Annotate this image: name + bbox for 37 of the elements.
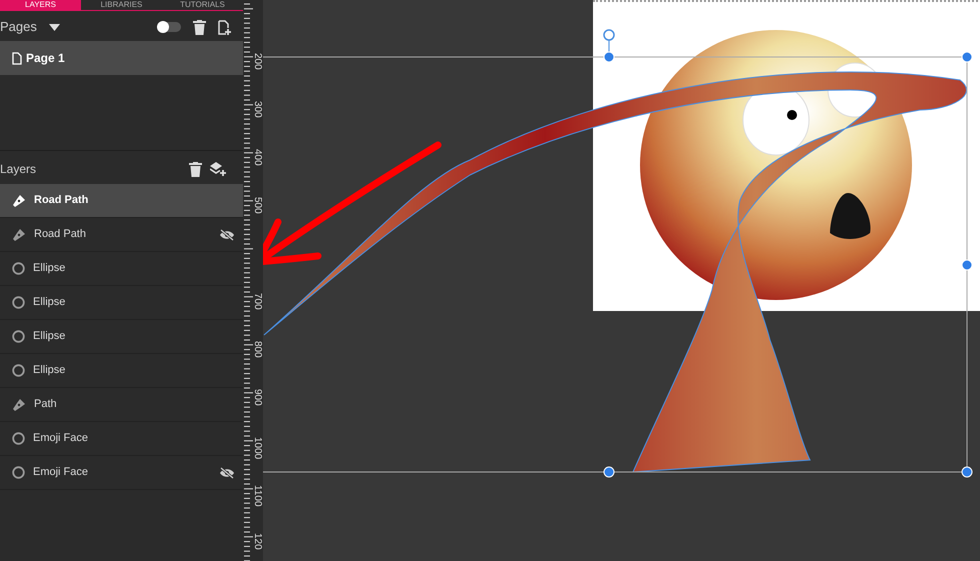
add-page-icon[interactable] xyxy=(218,20,231,34)
ruler-label: 700 xyxy=(252,293,262,310)
ruler-label: 200 xyxy=(252,53,262,70)
toggle-switch[interactable] xyxy=(157,22,181,32)
section-title: Layers xyxy=(0,161,36,178)
layer-item[interactable]: Road Path xyxy=(0,218,243,252)
panel-tab[interactable]: LAYERS xyxy=(0,0,81,10)
trash-icon[interactable] xyxy=(193,20,206,34)
circle-icon xyxy=(12,330,25,343)
trash-icon[interactable] xyxy=(189,162,202,176)
ruler-label: 1000 xyxy=(252,437,262,460)
ruler-label: 120 xyxy=(252,533,262,550)
page-icon xyxy=(12,52,22,64)
page-item[interactable]: Page 1 xyxy=(0,41,243,75)
panel-tab[interactable]: TUTORIALS xyxy=(162,0,243,10)
dropdown-caret-icon[interactable] xyxy=(48,24,60,30)
ruler-label: 500 xyxy=(252,197,262,214)
ruler-label: 900 xyxy=(252,389,262,406)
section-title: Pages xyxy=(0,18,37,36)
add-layer-icon[interactable] xyxy=(210,162,227,176)
pen-icon xyxy=(12,228,26,242)
ruler-label: 300 xyxy=(252,101,262,118)
hidden-eye-icon[interactable] xyxy=(219,228,235,240)
circle-icon xyxy=(12,432,25,445)
pen-icon xyxy=(12,398,26,412)
ruler-label: 1100 xyxy=(252,485,262,507)
circle-icon xyxy=(12,262,25,275)
panel-tab[interactable]: LIBRARIES xyxy=(81,0,162,10)
ruler-label: 400 xyxy=(252,149,262,166)
hidden-eye-icon[interactable] xyxy=(219,466,235,478)
circle-icon xyxy=(12,296,25,309)
pen-icon xyxy=(12,194,26,208)
ruler-label: 800 xyxy=(252,341,262,358)
layer-item[interactable]: Emoji Face xyxy=(0,456,243,490)
circle-icon xyxy=(12,466,25,479)
layer-item[interactable]: Road Path xyxy=(0,184,243,218)
circle-icon xyxy=(12,364,25,377)
